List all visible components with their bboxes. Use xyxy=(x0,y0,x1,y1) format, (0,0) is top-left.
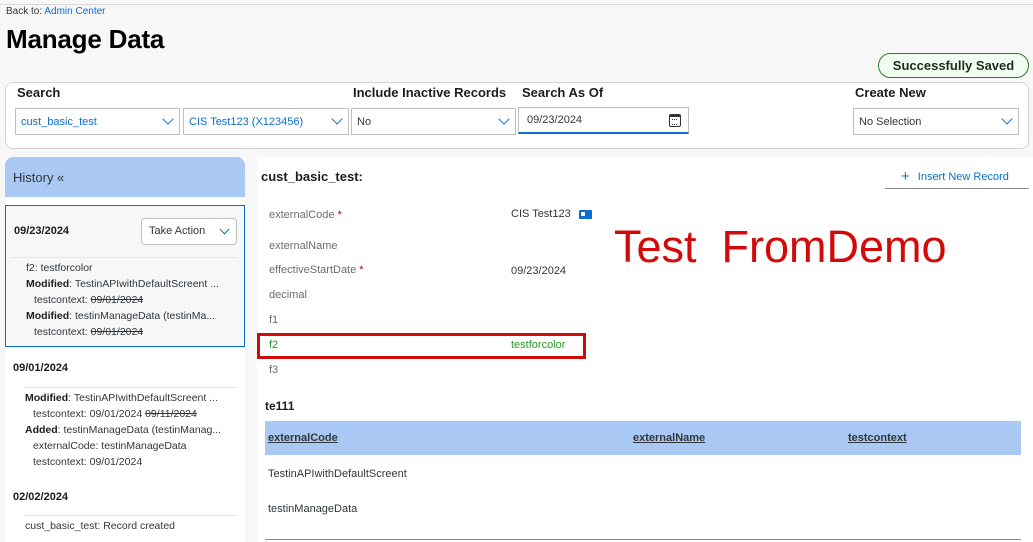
history-line-text: testcontext: 09/01/2024 xyxy=(33,408,146,420)
breadcrumb: Back to: Admin Center xyxy=(6,6,106,17)
field-label-text: externalCode xyxy=(269,209,335,221)
field-value-effectivestartdate: 09/23/2024 xyxy=(511,265,567,277)
table-row[interactable]: TestinAPIwithDefaultScreent xyxy=(268,468,407,480)
take-action-label: Take Action xyxy=(149,225,206,237)
table-bottom-divider xyxy=(265,539,1021,540)
divider xyxy=(23,515,237,516)
change-type: Added xyxy=(25,424,58,436)
field-value-f2: testforcolor xyxy=(511,339,566,351)
old-value: 09/01/2024 xyxy=(90,326,144,338)
history-line: testcontext: 09/01/2024 09/11/2024 xyxy=(33,408,237,420)
history-line-text: : TestinAPIwithDefaultScreent ... xyxy=(68,392,218,404)
plus-icon: + xyxy=(901,168,910,185)
history-line-text: : testinManageData (testinManag... xyxy=(57,424,222,436)
history-date[interactable]: 02/02/2024 xyxy=(13,491,68,503)
chevron-down-icon xyxy=(1001,113,1013,125)
history-line-text: cust_basic_test: Record created xyxy=(25,520,175,532)
history-line-text: : TestinAPIwithDefaultScreent ... xyxy=(69,278,219,290)
breadcrumb-prefix: Back to: xyxy=(6,6,43,17)
field-label-text: effectiveStartDate xyxy=(269,264,357,276)
overlay-annotation-text: Test FromDemo xyxy=(614,221,947,272)
chevron-down-icon xyxy=(498,113,510,125)
column-header-externalcode[interactable]: externalCode xyxy=(268,432,338,444)
search-as-of-date-input[interactable]: 09/23/2024 xyxy=(518,107,689,134)
child-table-title: te111 xyxy=(265,399,295,413)
history-line: Modified: TestinAPIwithDefaultScreent ..… xyxy=(26,278,238,290)
record-panel: cust_basic_test: + Insert New Record ext… xyxy=(257,157,1033,542)
history-line: Modified: TestinAPIwithDefaultScreent ..… xyxy=(25,392,237,404)
field-label-decimal: decimal xyxy=(269,289,307,301)
divider xyxy=(23,387,237,388)
create-new-value: No Selection xyxy=(859,115,922,128)
history-line: Modified: testinManageData (testinMa... xyxy=(26,310,238,322)
history-entry-selected[interactable]: 09/23/2024 Take Action f2: testforcolor … xyxy=(5,205,245,347)
include-inactive-value: No xyxy=(357,115,372,128)
history-line: Added: testinManageData (testinManag... xyxy=(25,424,237,436)
table-row[interactable]: testinManageData xyxy=(268,503,357,515)
object-type-value: cust_basic_test xyxy=(21,115,97,128)
take-action-button[interactable]: Take Action xyxy=(141,218,237,245)
column-header-externalname[interactable]: externalName xyxy=(633,432,705,444)
field-label-externalname: externalName xyxy=(269,240,338,252)
status-badge: Successfully Saved xyxy=(878,53,1029,78)
create-new-label: Create New xyxy=(855,85,926,100)
chevron-down-icon xyxy=(331,113,343,125)
insert-new-record-label: Insert New Record xyxy=(917,170,1009,183)
child-table-header: externalCode externalName testcontext xyxy=(265,421,1021,455)
history-date: 09/23/2024 xyxy=(14,225,70,237)
change-type: Modified xyxy=(26,278,70,290)
table-cell: TestinAPIwithDefaultScreent xyxy=(268,468,407,480)
history-line: f2: testforcolor xyxy=(26,262,238,274)
chevron-down-icon xyxy=(162,113,174,125)
history-line-text: : testinManageData (testinMa... xyxy=(69,310,216,322)
object-instance-select[interactable]: CIS Test123 (X123456) xyxy=(183,108,349,135)
field-value-externalcode: CIS Test123 xyxy=(511,208,592,220)
back-to-admin-center-link[interactable]: Admin Center xyxy=(44,6,105,17)
history-line: testcontext: 09/01/2024 xyxy=(33,456,237,468)
history-toggle[interactable]: History « xyxy=(5,157,245,197)
history-line-text: testcontext: xyxy=(34,294,91,306)
search-as-of-label: Search As Of xyxy=(522,85,604,100)
required-marker: * xyxy=(337,209,342,221)
history-line-text: f2: testforcolor xyxy=(26,262,93,274)
old-value: 09/01/2024 xyxy=(90,294,144,306)
id-card-icon[interactable] xyxy=(578,209,592,219)
field-value-text: CIS Test123 xyxy=(511,208,571,220)
history-line-text: testcontext: 09/01/2024 xyxy=(33,456,143,468)
change-type: Modified xyxy=(26,310,70,322)
insert-new-record-button[interactable]: + Insert New Record xyxy=(885,165,1029,189)
column-header-testcontext[interactable]: testcontext xyxy=(848,432,907,444)
history-line: externalCode: testinManageData xyxy=(33,440,237,452)
history-line: cust_basic_test: Record created xyxy=(25,520,237,532)
include-inactive-label: Include Inactive Records xyxy=(353,85,507,100)
history-date[interactable]: 09/01/2024 xyxy=(13,362,68,374)
history-line: testcontext: 09/01/2024 xyxy=(34,326,238,338)
field-label-effectivestartdate: effectiveStartDate * xyxy=(269,264,364,276)
history-line-text: testcontext: xyxy=(34,326,91,338)
divider xyxy=(10,257,238,258)
top-divider xyxy=(0,4,1033,5)
calendar-icon[interactable] xyxy=(669,114,681,127)
history-panel: History « 09/23/2024 Take Action f2: tes… xyxy=(5,157,245,542)
chevron-down-icon xyxy=(219,224,230,235)
page-title: Manage Data xyxy=(6,24,165,54)
record-title: cust_basic_test: xyxy=(261,169,363,184)
create-new-select[interactable]: No Selection xyxy=(853,108,1019,135)
change-type: Modified xyxy=(25,392,69,404)
include-inactive-select[interactable]: No xyxy=(351,108,516,135)
object-type-select[interactable]: cust_basic_test xyxy=(15,108,180,135)
field-label-f1: f1 xyxy=(269,314,279,326)
history-line: testcontext: 09/01/2024 xyxy=(34,294,238,306)
required-marker: * xyxy=(359,264,364,276)
history-line-text: externalCode: testinManageData xyxy=(33,440,187,452)
object-instance-value: CIS Test123 (X123456) xyxy=(189,115,304,128)
search-label: Search xyxy=(17,85,61,100)
search-as-of-value: 09/23/2024 xyxy=(527,114,583,126)
table-cell: testinManageData xyxy=(268,503,358,515)
old-value: 09/11/2024 xyxy=(145,408,197,420)
field-label-externalcode: externalCode * xyxy=(269,209,342,221)
field-label-f2: f2 xyxy=(269,339,279,351)
field-label-f3: f3 xyxy=(269,364,279,376)
